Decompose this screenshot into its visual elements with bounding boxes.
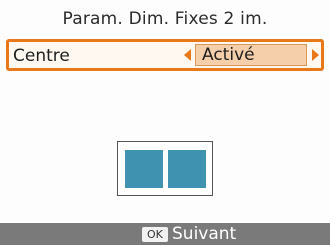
preview-image-2: [168, 150, 206, 188]
setting-row-centre[interactable]: Centre Activé: [6, 39, 324, 71]
footer-bar: OK Suivant: [0, 223, 330, 245]
setting-value[interactable]: Activé: [195, 44, 307, 66]
screen-title: Param. Dim. Fixes 2 im.: [62, 9, 268, 29]
left-arrow-icon[interactable]: [184, 49, 191, 61]
layout-preview: [117, 141, 213, 196]
right-arrow-icon[interactable]: [312, 49, 319, 61]
camera-settings-screen: Param. Dim. Fixes 2 im. Centre Activé OK…: [0, 0, 330, 245]
setting-label: Centre: [13, 46, 70, 66]
preview-image-1: [125, 150, 163, 188]
next-label[interactable]: Suivant: [172, 224, 236, 244]
ok-button-icon[interactable]: OK: [142, 227, 168, 242]
